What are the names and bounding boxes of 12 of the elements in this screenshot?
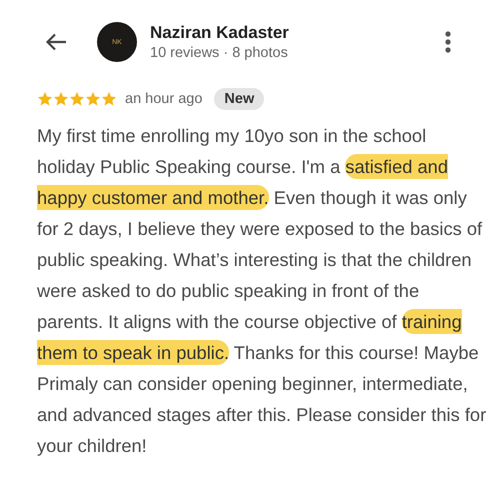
star-icon bbox=[37, 91, 53, 107]
new-badge: New bbox=[214, 88, 264, 110]
review-time: an hour ago bbox=[125, 91, 202, 107]
star-icon bbox=[53, 91, 69, 107]
reviewer-name: Naziran Kadaster bbox=[150, 23, 290, 43]
review-text: My first time enrolling my 10yo son in the school holiday Public Speaking course. I'm a satisfied and happy customer and mother. Even though it was only for 2 days, I believe they were exposed to the basics of public speaking. What’s interesting is that the children were asked to do public speaking in front of the parents. It aligns with the course objective of training them to speak in public. Thanks for this course! Maybe Primaly can consider opening beginner, intermediate, and advanced stages after this. Please consider this for your children! bbox=[37, 124, 488, 458]
star-icon bbox=[69, 91, 85, 107]
star-icon bbox=[85, 91, 101, 107]
more-options-icon[interactable] bbox=[445, 31, 451, 53]
back-icon[interactable] bbox=[45, 33, 67, 51]
reviewer-stats: 10 reviews · 8 photos bbox=[150, 45, 289, 61]
star-icon bbox=[101, 91, 117, 107]
